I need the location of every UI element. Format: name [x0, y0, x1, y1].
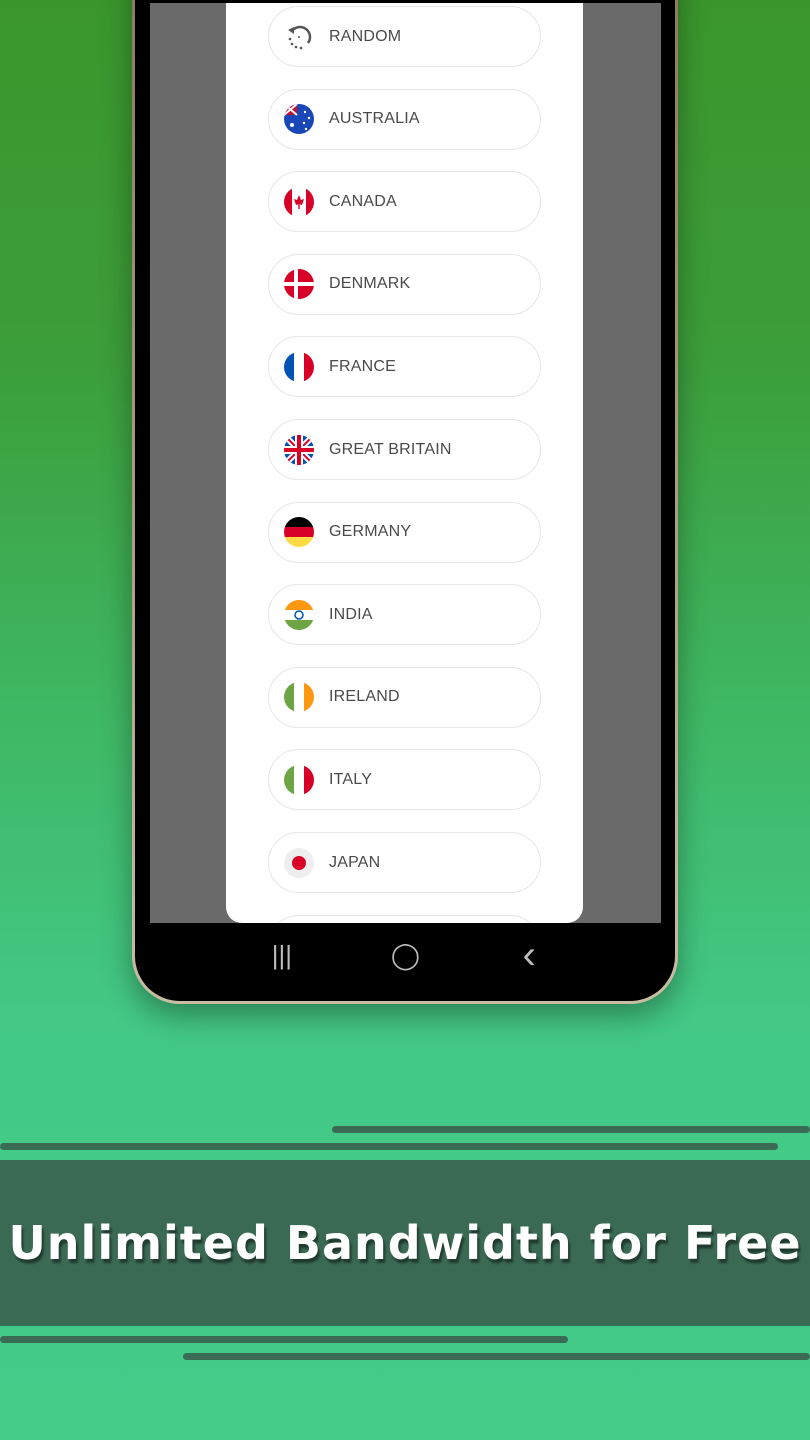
flag-france-icon: [284, 351, 314, 382]
server-label: FRANCE: [329, 357, 396, 375]
server-label: RANDOM: [329, 27, 402, 45]
back-button[interactable]: ‹: [509, 933, 549, 978]
decor-line: [332, 1126, 810, 1133]
server-label: GERMANY: [329, 523, 412, 541]
decor-line: [0, 1336, 568, 1343]
server-item-japan[interactable]: JAPAN: [268, 832, 541, 893]
decor-line: [183, 1353, 810, 1360]
server-list: RANDOM AUSTRALIA CANADA DENMARK FRANCE GREAT …: [226, 3, 583, 923]
flag-great-britain-icon: [284, 434, 314, 465]
flag-ireland-icon: [284, 682, 314, 713]
app-screen: RANDOM AUSTRALIA CANADA DENMARK FRANCE GREAT …: [150, 3, 661, 923]
flag-denmark-icon: [284, 269, 314, 300]
flag-italy-icon: [284, 764, 314, 795]
server-label: INDIA: [329, 605, 373, 623]
server-label: GREAT BRITAIN: [329, 440, 452, 458]
home-button[interactable]: ◯: [385, 940, 425, 971]
promo-banner: Unlimited Bandwidth for Free: [0, 1160, 810, 1326]
server-item-india[interactable]: INDIA: [268, 584, 541, 646]
flag-japan-icon: [284, 847, 314, 878]
server-label: JAPAN: [329, 853, 381, 871]
recents-button[interactable]: |||: [262, 940, 302, 971]
server-label: IRELAND: [329, 688, 400, 706]
server-item-great-britain[interactable]: GREAT BRITAIN: [268, 419, 541, 480]
server-item-partial[interactable]: [268, 914, 541, 923]
flag-australia-icon: [284, 104, 314, 135]
phone-mockup: RANDOM AUSTRALIA CANADA DENMARK FRANCE GREAT …: [132, 0, 678, 1004]
banner-title: Unlimited Bandwidth for Free: [8, 1216, 802, 1270]
random-icon: [284, 21, 314, 52]
server-label: AUSTRALIA: [329, 110, 420, 128]
server-item-italy[interactable]: ITALY: [268, 749, 541, 811]
decor-line: [0, 1143, 778, 1150]
android-nav-bar: ||| ◯ ‹: [150, 923, 661, 988]
server-item-denmark[interactable]: DENMARK: [268, 253, 541, 315]
server-item-random[interactable]: RANDOM: [268, 6, 541, 67]
server-label: DENMARK: [329, 275, 411, 293]
server-item-canada[interactable]: CANADA: [268, 171, 541, 233]
flag-india-icon: [284, 599, 314, 630]
flag-canada-icon: [284, 186, 314, 217]
server-item-germany[interactable]: GERMANY: [268, 501, 541, 563]
server-item-france[interactable]: FRANCE: [268, 336, 541, 398]
server-item-ireland[interactable]: IRELAND: [268, 666, 541, 728]
server-label: CANADA: [329, 192, 397, 210]
flag-germany-icon: [284, 517, 314, 548]
server-label: ITALY: [329, 770, 373, 788]
server-item-australia[interactable]: AUSTRALIA: [268, 88, 541, 150]
